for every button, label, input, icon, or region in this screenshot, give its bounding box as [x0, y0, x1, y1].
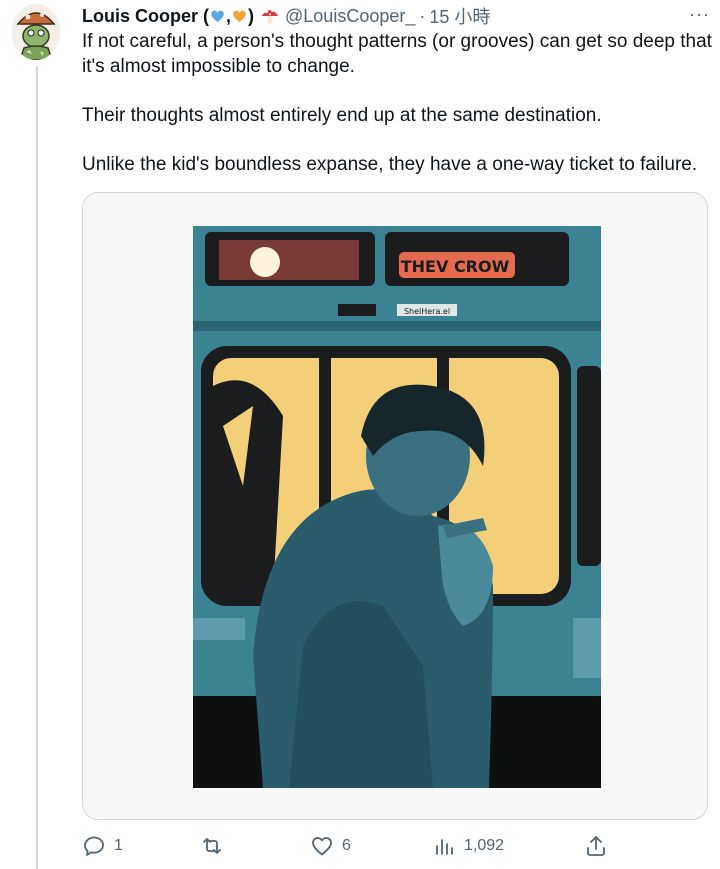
bus-sign-text: THEV CROW — [401, 257, 510, 276]
tweet-header: Louis Cooper ( , ) @LouisCooper_ · 15 小時 — [82, 4, 710, 28]
views-chart-icon — [436, 839, 453, 855]
tweet-paragraph-2: Their thoughts almost entirely end up at… — [82, 104, 602, 126]
tweet-image[interactable]: THEV CROW ShelHera.el — [193, 226, 601, 788]
view-count: 1,092 — [464, 837, 505, 854]
name-comma: , — [226, 5, 232, 26]
author-handle[interactable]: @LouisCooper_ — [285, 6, 415, 27]
thread-line — [36, 66, 38, 869]
author-name[interactable]: Louis Cooper ( — [82, 6, 209, 27]
retweet-button[interactable] — [200, 834, 232, 858]
heart-icon — [312, 837, 332, 856]
tweet-paragraph-3: Unlike the kid's boundless expanse, they… — [82, 153, 698, 175]
orange-heart-icon — [233, 10, 246, 22]
reply-button[interactable]: 1 — [82, 834, 123, 858]
separator-dot: · — [419, 5, 426, 26]
tweet-text: If not careful, a person's thought patte… — [82, 30, 712, 202]
reply-icon — [84, 836, 104, 856]
avatar[interactable] — [12, 4, 60, 60]
media-card[interactable]: THEV CROW ShelHera.el — [82, 192, 708, 820]
bus-label-text: ShelHera.el — [404, 307, 450, 316]
blue-heart-icon — [211, 10, 224, 22]
retweet-icon — [203, 838, 221, 854]
share-button[interactable] — [584, 834, 608, 858]
views-button[interactable]: 1,092 — [432, 834, 504, 858]
timestamp[interactable]: 15 小時 — [429, 3, 490, 29]
like-button[interactable]: 6 — [310, 834, 351, 858]
more-options-button[interactable]: ··· — [689, 4, 710, 25]
name-close-paren: ) — [248, 5, 255, 26]
action-bar: 1 6 1,092 — [82, 834, 622, 862]
frog-mushroom-avatar-icon — [12, 4, 60, 60]
like-count: 6 — [342, 837, 351, 854]
share-icon — [587, 836, 605, 856]
mushroom-icon — [261, 9, 279, 24]
reply-count: 1 — [114, 837, 123, 854]
tweet-paragraph-1: If not careful, a person's thought patte… — [82, 31, 712, 77]
